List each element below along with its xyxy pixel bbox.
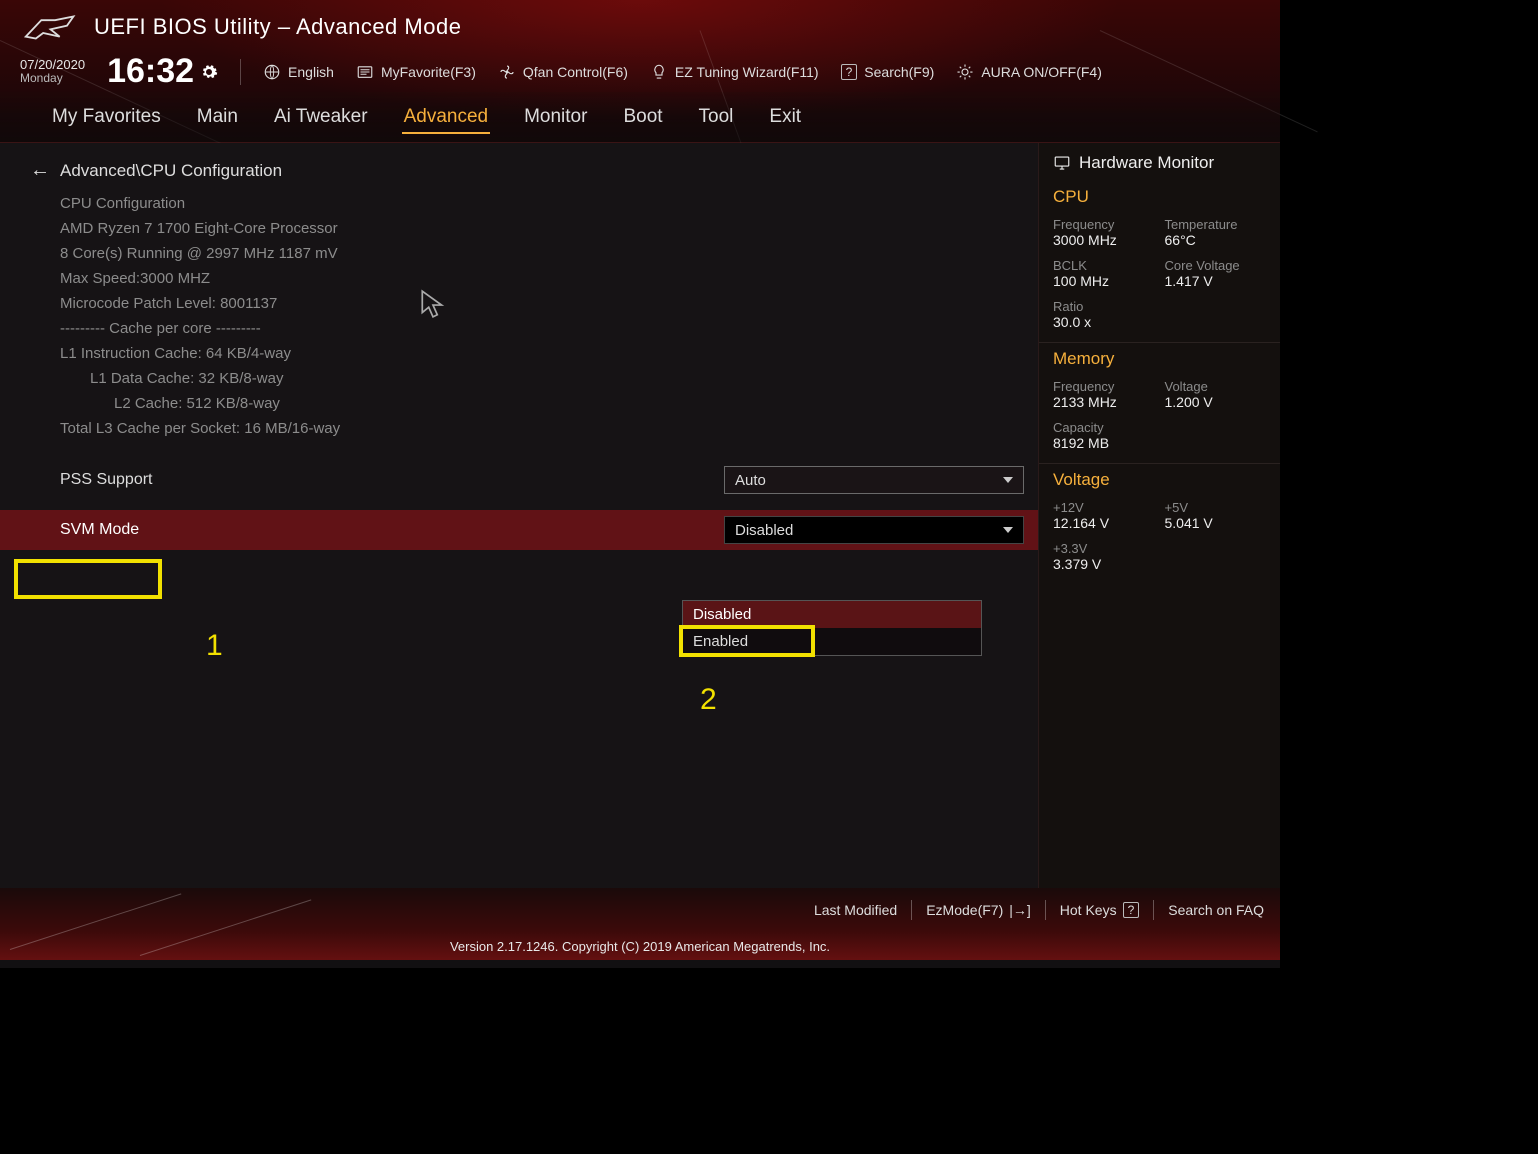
l1i-cache: L1 Instruction Cache: 64 KB/4-way	[60, 346, 1022, 361]
gear-icon	[200, 63, 218, 81]
tab-tool[interactable]: Tool	[697, 102, 736, 134]
copyright-text: Version 2.17.1246. Copyright (C) 2019 Am…	[450, 939, 830, 954]
search-button[interactable]: ? Search(F9)	[841, 64, 935, 80]
search-faq-button[interactable]: Search on FAQ	[1168, 902, 1264, 918]
cpu-bclk: 100 MHz	[1053, 273, 1155, 289]
breadcrumb[interactable]: ← Advanced\CPU Configuration	[30, 159, 1022, 182]
l3-cache: Total L3 Cache per Socket: 16 MB/16-way	[60, 421, 1022, 436]
setting-pss-support[interactable]: PSS Support Auto	[0, 460, 1038, 500]
tab-boot[interactable]: Boot	[621, 102, 664, 134]
tab-advanced[interactable]: Advanced	[402, 102, 491, 134]
voltage-3-3v: 3.379 V	[1053, 556, 1155, 572]
svm-label: SVM Mode	[30, 521, 139, 539]
monitor-icon	[1053, 154, 1071, 172]
cpu-info-block: CPU Configuration AMD Ryzen 7 1700 Eight…	[30, 196, 1022, 436]
cpu-microcode: Microcode Patch Level: 8001137	[60, 296, 1022, 311]
sb-voltage-title: Voltage	[1053, 470, 1266, 490]
tab-exit[interactable]: Exit	[767, 102, 803, 134]
sun-icon	[956, 63, 974, 81]
eztuning-button[interactable]: EZ Tuning Wizard(F11)	[650, 63, 819, 81]
sidebar-title: Hardware Monitor	[1079, 153, 1214, 173]
time-display[interactable]: 16:32	[107, 52, 218, 91]
sb-memory-title: Memory	[1053, 349, 1266, 369]
cpu-temperature: 66°C	[1165, 232, 1267, 248]
chevron-down-icon	[1003, 477, 1013, 483]
date-text: 07/20/2020	[20, 58, 85, 72]
question-icon: ?	[1123, 902, 1140, 918]
tab-main[interactable]: Main	[195, 102, 240, 134]
sb-cpu-title: CPU	[1053, 187, 1266, 207]
bulb-icon	[650, 63, 668, 81]
hotkeys-button[interactable]: Hot Keys ?	[1060, 902, 1140, 918]
chevron-down-icon	[1003, 527, 1013, 533]
question-icon: ?	[841, 64, 858, 80]
voltage-5v: 5.041 V	[1165, 515, 1267, 531]
svm-option-disabled[interactable]: Disabled	[683, 601, 981, 628]
cpu-cores-line: 8 Core(s) Running @ 2997 MHz 1187 mV	[60, 246, 1022, 261]
cpu-max-speed: Max Speed:3000 MHZ	[60, 271, 1022, 286]
globe-icon	[263, 63, 281, 81]
cpu-core-voltage: 1.417 V	[1165, 273, 1267, 289]
pss-label: PSS Support	[30, 471, 153, 489]
exit-icon: |→]	[1009, 902, 1031, 918]
aura-button[interactable]: AURA ON/OFF(F4)	[956, 63, 1102, 81]
rog-logo-icon	[20, 8, 80, 46]
cpu-model: AMD Ryzen 7 1700 Eight-Core Processor	[60, 221, 1022, 236]
svm-dropdown[interactable]: Disabled	[724, 516, 1024, 544]
svm-option-enabled[interactable]: Enabled	[683, 628, 981, 655]
mem-voltage: 1.200 V	[1165, 394, 1267, 410]
tab-monitor[interactable]: Monitor	[522, 102, 589, 134]
last-modified-button[interactable]: Last Modified	[814, 902, 897, 918]
app-title: UEFI BIOS Utility – Advanced Mode	[94, 14, 461, 40]
svm-dropdown-menu: Disabled Enabled	[682, 600, 982, 656]
l2-cache: L2 Cache: 512 KB/8-way	[60, 396, 1022, 411]
cpu-frequency: 3000 MHz	[1053, 232, 1155, 248]
annotation-2: 2	[700, 683, 717, 717]
fan-icon	[498, 63, 516, 81]
list-icon	[356, 63, 374, 81]
l1d-cache: L1 Data Cache: 32 KB/8-way	[60, 371, 1022, 386]
pss-dropdown[interactable]: Auto	[724, 466, 1024, 494]
main-tabs: My Favorites Main Ai Tweaker Advanced Mo…	[0, 92, 1280, 143]
day-text: Monday	[20, 72, 85, 85]
annotation-1: 1	[206, 629, 223, 663]
setting-svm-mode[interactable]: SVM Mode Disabled	[0, 510, 1038, 550]
myfavorite-button[interactable]: MyFavorite(F3)	[356, 63, 476, 81]
cpu-ratio: 30.0 x	[1053, 314, 1155, 330]
language-button[interactable]: English	[263, 63, 334, 81]
mem-capacity: 8192 MB	[1053, 435, 1155, 451]
qfan-button[interactable]: Qfan Control(F6)	[498, 63, 628, 81]
voltage-12v: 12.164 V	[1053, 515, 1155, 531]
hardware-monitor-sidebar: Hardware Monitor CPU Frequency3000 MHz T…	[1038, 143, 1280, 895]
back-arrow-icon: ←	[30, 159, 50, 182]
tab-ai-tweaker[interactable]: Ai Tweaker	[272, 102, 370, 134]
cpu-config-heading: CPU Configuration	[60, 196, 1022, 211]
ezmode-button[interactable]: EzMode(F7) |→]	[926, 902, 1031, 918]
tab-my-favorites[interactable]: My Favorites	[50, 102, 163, 134]
cache-divider: --------- Cache per core ---------	[60, 321, 1022, 336]
mem-frequency: 2133 MHz	[1053, 394, 1155, 410]
